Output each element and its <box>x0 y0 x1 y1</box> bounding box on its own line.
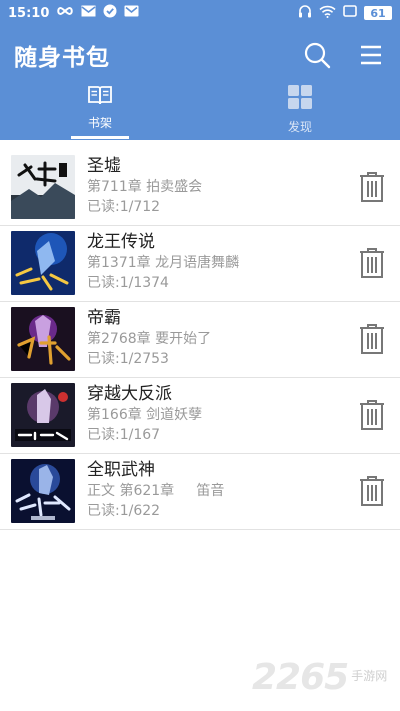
infinity-icon <box>56 5 74 21</box>
book-read-progress: 已读:1/1374 <box>87 275 169 291</box>
book-title: 龙王传说 <box>87 232 155 252</box>
tab-discover-label: 发现 <box>287 120 312 134</box>
book-item[interactable]: 穿越大反派 第166章 剑道妖孽 已读:1/167 <box>0 378 400 454</box>
book-item[interactable]: 圣墟 第711章 拍卖盛会 已读:1/712 <box>0 150 400 226</box>
grid-icon <box>287 84 313 114</box>
tab-bookshelf[interactable]: 书架 <box>40 84 160 138</box>
book-item[interactable]: 全职武神 正文 第621章 笛音 已读:1/622 <box>0 454 400 530</box>
screen-icon <box>343 5 357 21</box>
book-title: 全职武神 <box>87 460 155 480</box>
watermark-site: 手游网 <box>351 669 388 683</box>
book-icon <box>87 84 113 110</box>
mail-icon <box>81 5 96 21</box>
check-shield-icon <box>103 4 117 22</box>
headphones-icon <box>298 4 312 22</box>
gmail-icon <box>124 5 139 21</box>
book-cover <box>11 383 75 447</box>
book-cover <box>11 155 75 219</box>
book-read-progress: 已读:1/2753 <box>87 351 169 367</box>
trash-icon[interactable] <box>358 322 386 356</box>
trash-icon[interactable] <box>358 398 386 432</box>
status-time: 15:10 <box>8 5 50 21</box>
book-title: 圣墟 <box>87 156 121 176</box>
trash-icon[interactable] <box>358 246 386 280</box>
book-latest-chapter: 第2768章 要开始了 <box>87 331 212 347</box>
book-read-progress: 已读:1/622 <box>87 503 161 519</box>
book-read-progress: 已读:1/712 <box>87 199 161 215</box>
book-cover <box>11 231 75 295</box>
book-item[interactable]: 帝霸 第2768章 要开始了 已读:1/2753 <box>0 302 400 378</box>
book-cover <box>11 459 75 523</box>
book-title: 帝霸 <box>87 308 121 328</box>
book-read-progress: 已读:1/167 <box>87 427 161 443</box>
book-item[interactable]: 龙王传说 第1371章 龙月语唐舞麟 已读:1/1374 <box>0 226 400 302</box>
battery-level: 61 <box>364 6 392 20</box>
trash-icon[interactable] <box>358 474 386 508</box>
bookshelf-list: 圣墟 第711章 拍卖盛会 已读:1/712 龙王传说 第1371章 龙月语唐舞… <box>0 150 400 530</box>
app-header: 随身书包 书架 发现 <box>0 26 400 140</box>
tab-discover[interactable]: 发现 <box>240 84 360 138</box>
book-cover <box>11 307 75 371</box>
watermark-number: 2265 <box>252 657 349 698</box>
menu-icon[interactable] <box>356 40 386 70</box>
wifi-icon <box>319 5 336 22</box>
tab-bookshelf-label: 书架 <box>87 116 112 130</box>
book-latest-chapter: 第166章 剑道妖孽 <box>87 407 203 423</box>
trash-icon[interactable] <box>358 170 386 204</box>
book-title: 穿越大反派 <box>87 384 172 404</box>
book-latest-chapter: 正文 第621章 笛音 <box>87 483 225 499</box>
active-tab-indicator <box>71 136 129 139</box>
book-latest-chapter: 第711章 拍卖盛会 <box>87 179 203 195</box>
status-bar: 15:10 61 <box>0 0 400 26</box>
book-latest-chapter: 第1371章 龙月语唐舞麟 <box>87 255 240 271</box>
watermark: 2265 手游网 <box>252 657 388 698</box>
search-icon[interactable] <box>302 40 332 70</box>
app-title: 随身书包 <box>14 45 110 71</box>
